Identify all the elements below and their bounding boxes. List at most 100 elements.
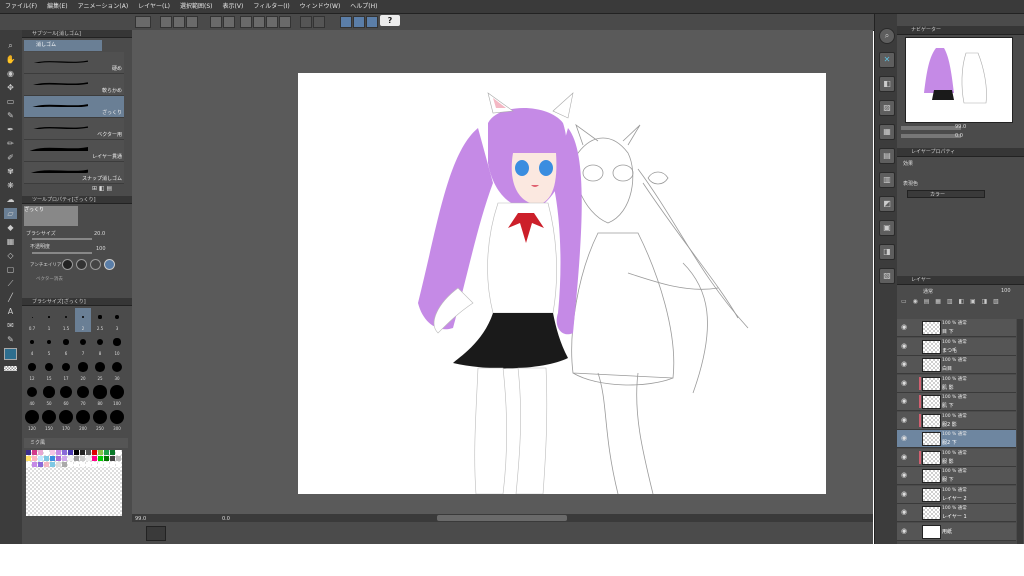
brush-size-cell[interactable]: 1.5: [58, 308, 74, 332]
fill-tool-icon[interactable]: ◆: [4, 222, 17, 233]
deselect-icon[interactable]: [266, 16, 278, 28]
color-swatch[interactable]: [104, 450, 109, 455]
layer-row[interactable]: ◉ 100 % 通常肌 影: [897, 374, 1016, 393]
clear-icon[interactable]: [240, 16, 252, 28]
eye-icon[interactable]: ◉: [901, 416, 909, 424]
color-swatch[interactable]: [110, 462, 115, 467]
brush-size-cell[interactable]: 12: [24, 358, 40, 382]
color-swatch[interactable]: [32, 456, 37, 461]
color-swatch[interactable]: [26, 456, 31, 461]
fill-icon[interactable]: [300, 16, 312, 28]
color-swatch[interactable]: [116, 450, 121, 455]
eye-icon[interactable]: ◉: [901, 360, 909, 368]
color-swatch[interactable]: [92, 462, 97, 467]
clear-layer-icon[interactable]: ✕: [879, 52, 895, 68]
color-swatch[interactable]: [80, 456, 85, 461]
gradient-tool-icon[interactable]: ▦: [4, 236, 17, 247]
expression-color-select[interactable]: カラー: [907, 190, 985, 198]
layer-action-9-icon[interactable]: ▧: [879, 268, 895, 284]
color-swatch[interactable]: [80, 462, 85, 467]
navigator-preview[interactable]: [905, 37, 1013, 123]
color-swatch[interactable]: [44, 450, 49, 455]
layer-row[interactable]: ◉ 用紙: [897, 522, 1016, 541]
color-swatch[interactable]: [86, 450, 91, 455]
brush-size-cell[interactable]: 300: [109, 408, 125, 432]
color-swatch[interactable]: [80, 450, 85, 455]
ruler-tool-icon[interactable]: ⟋: [4, 278, 17, 289]
menu-item-7[interactable]: ウィンドウ(W): [295, 0, 346, 13]
color-swatch[interactable]: [50, 456, 55, 461]
color-swatch[interactable]: [98, 462, 103, 467]
brush-size-cell[interactable]: 25: [92, 358, 108, 382]
brush-size-cell[interactable]: 6: [58, 333, 74, 357]
pencil-tool-icon[interactable]: ✏: [4, 138, 17, 149]
color-swatch[interactable]: [44, 462, 49, 467]
layer-action-2-icon[interactable]: ▨: [879, 100, 895, 116]
brush-size-cell[interactable]: 15: [41, 358, 57, 382]
color-swatch[interactable]: [98, 456, 103, 461]
canvas-paper[interactable]: [298, 73, 826, 495]
color-swatch[interactable]: [62, 462, 67, 467]
eye-icon[interactable]: ◉: [901, 434, 909, 442]
layer-action-8-icon[interactable]: ◨: [879, 244, 895, 260]
figure-tool-icon[interactable]: ◇: [4, 250, 17, 261]
save-icon[interactable]: [186, 16, 198, 28]
eye-icon[interactable]: ◉: [901, 397, 909, 405]
brush-size-cell[interactable]: 20: [75, 358, 91, 382]
navigator-toggle-icon[interactable]: [146, 526, 166, 541]
brush-size-cell[interactable]: 5: [41, 333, 57, 357]
snap-icon[interactable]: [340, 16, 352, 28]
frame-tool-icon[interactable]: ▢: [4, 264, 17, 275]
antialias-medium-icon[interactable]: [90, 259, 101, 270]
scrollbar-thumb[interactable]: [437, 515, 567, 521]
color-swatch[interactable]: [116, 456, 121, 461]
status-zoom[interactable]: 99.0: [135, 516, 146, 522]
fill2-icon[interactable]: [313, 16, 325, 28]
layer-row[interactable]: ◉ 100 % 通常 服2 影: [897, 411, 1016, 430]
redo-icon[interactable]: [223, 16, 235, 28]
brush-size-value[interactable]: 20.0: [94, 231, 105, 237]
navigator-rotation-value[interactable]: 0.0: [955, 133, 963, 139]
color-swatch[interactable]: [86, 456, 91, 461]
color-swatch[interactable]: [26, 462, 31, 467]
brush-size-cell[interactable]: 3: [109, 308, 125, 332]
help-button[interactable]: ?: [380, 15, 400, 26]
color-swatch[interactable]: [38, 450, 43, 455]
color-swatch[interactable]: [92, 456, 97, 461]
brush-item[interactable]: レイヤー貫通: [24, 140, 124, 162]
color-swatch[interactable]: [110, 456, 115, 461]
brush-size-cell[interactable]: 70: [75, 383, 91, 407]
brush-size-cell[interactable]: 1: [41, 308, 57, 332]
color-swatch[interactable]: [68, 450, 73, 455]
layer-action-7-icon[interactable]: ▣: [879, 220, 895, 236]
line-tool-icon[interactable]: ╱: [4, 292, 17, 303]
brush-item[interactable]: 硬め: [24, 52, 124, 74]
balloon-tool-icon[interactable]: ✉: [4, 320, 17, 331]
color-swatch[interactable]: [62, 450, 67, 455]
menu-item-4[interactable]: 選択範囲(S): [175, 0, 218, 13]
menu-item-2[interactable]: アニメーション(A): [73, 0, 134, 13]
color-swatch[interactable]: [56, 456, 61, 461]
layer-action-3-icon[interactable]: ▦: [879, 124, 895, 140]
layer-row[interactable]: ◉ 100 % 通常服 影: [897, 448, 1016, 467]
menu-item-0[interactable]: ファイル(F): [0, 0, 42, 13]
new-file-icon[interactable]: [160, 16, 172, 28]
layer-action-5-icon[interactable]: ▥: [879, 172, 895, 188]
color-swatch[interactable]: [104, 456, 109, 461]
magnify-tool-icon[interactable]: ◉: [4, 68, 17, 79]
antialias-none-icon[interactable]: [62, 259, 73, 270]
brush-size-cell[interactable]: 150: [41, 408, 57, 432]
menu-item-1[interactable]: 編集(E): [42, 0, 72, 13]
blend-tool-icon[interactable]: ☁: [4, 194, 17, 205]
canvas-icon[interactable]: [135, 16, 151, 28]
opacity-slider[interactable]: [32, 252, 92, 254]
crop-icon[interactable]: [279, 16, 291, 28]
brush-size-cell[interactable]: 170: [58, 408, 74, 432]
layer-action-1-icon[interactable]: ◧: [879, 76, 895, 92]
eye-icon[interactable]: ◉: [901, 323, 909, 331]
brush-size-cell[interactable]: 10: [109, 333, 125, 357]
layer-row[interactable]: ◉ 100 % 通常 白目: [897, 356, 1016, 374]
eraser-tool-icon[interactable]: ▱: [4, 208, 17, 219]
color-swatch[interactable]: [92, 450, 97, 455]
layer-row[interactable]: ◉ 100 % 通常 レイヤー 1: [897, 504, 1016, 522]
